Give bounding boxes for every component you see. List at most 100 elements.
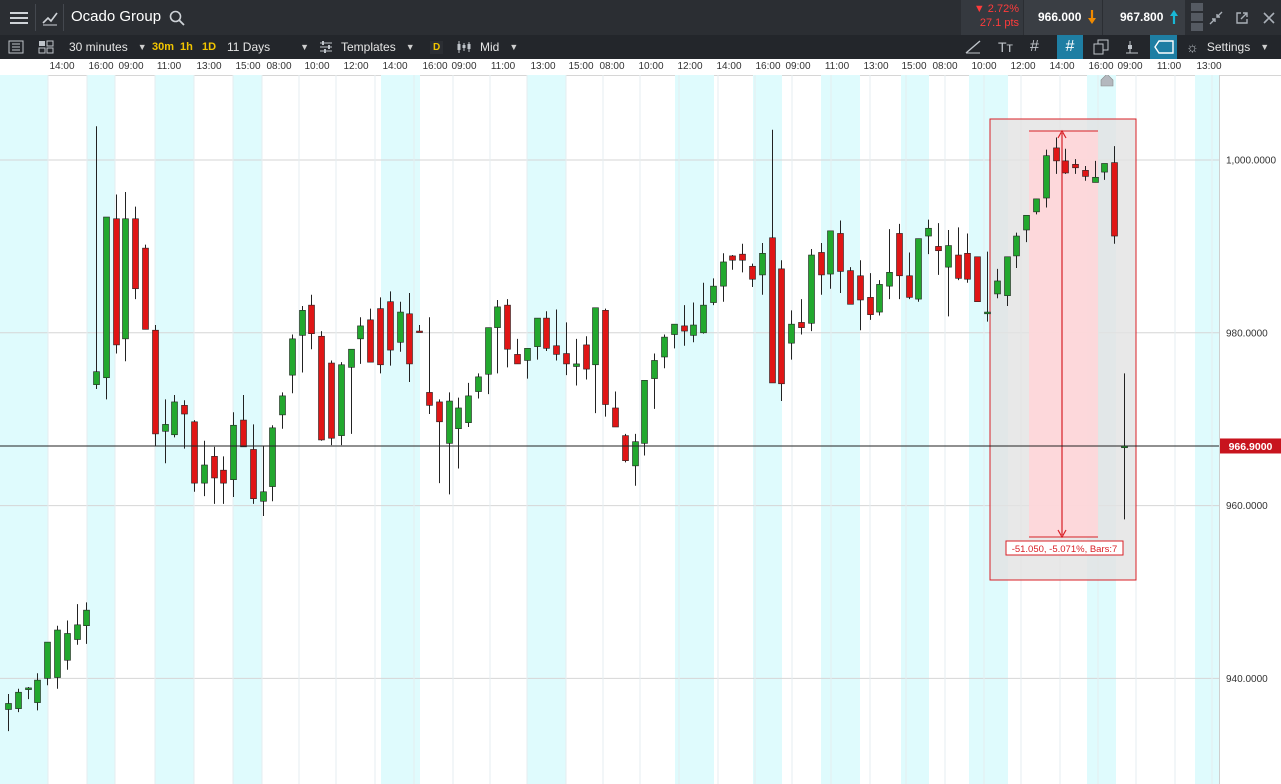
sell-button[interactable]: 966.000 — [1024, 0, 1102, 35]
sell-price: 966.000 — [1038, 10, 1082, 24]
candle-body — [436, 401, 443, 423]
candle-body — [906, 275, 913, 298]
chart-type-button[interactable] — [38, 0, 62, 35]
time-tick-label: 14:00 — [382, 61, 408, 72]
chevron-down-icon: ▼ — [1260, 42, 1270, 52]
candle — [798, 299, 805, 335]
current-price-label: 966.9000 — [1229, 441, 1273, 453]
buy-price: 967.800 — [1120, 10, 1164, 24]
search-icon — [169, 10, 185, 26]
duplicate-button[interactable] — [1093, 35, 1109, 59]
candle-body — [5, 703, 12, 710]
time-tick-label: 14:00 — [716, 61, 742, 72]
interval-dropdown[interactable]: 30 minutes ▼ — [69, 35, 147, 59]
candle-body — [553, 345, 560, 355]
candle — [504, 299, 511, 368]
candle — [279, 392, 286, 429]
candle-body — [504, 304, 511, 350]
time-tick-label: 09:00 — [451, 61, 477, 72]
price-tag-toggle-button[interactable] — [1150, 35, 1177, 59]
candle — [915, 238, 922, 302]
list-panel-icon — [8, 40, 24, 54]
candle-body — [994, 280, 1001, 295]
measurement-range — [1029, 131, 1098, 537]
price-type-dropdown[interactable]: Mid ▼ — [456, 35, 518, 59]
time-tick-label: 12:00 — [677, 61, 703, 72]
candle-body — [338, 364, 345, 436]
candle — [357, 317, 364, 364]
panel-toggle-button[interactable] — [8, 35, 24, 59]
candle — [64, 620, 71, 670]
templates-dropdown[interactable]: Templates ▼ — [319, 35, 415, 59]
candle — [132, 206, 139, 300]
candle — [54, 625, 61, 689]
interval-1h-button[interactable]: 1h — [180, 35, 193, 59]
time-tick-label: 15:00 — [568, 61, 594, 72]
crosshair-toggle-button[interactable]: # — [1057, 35, 1083, 59]
range-dropdown[interactable]: 11 Days ▼ — [227, 35, 309, 59]
candle-body — [44, 641, 51, 679]
candle — [485, 327, 492, 395]
candle-body — [103, 216, 110, 379]
settings-dropdown[interactable]: ☼ Settings ▼ — [1186, 35, 1269, 59]
line-chart-icon — [42, 12, 58, 25]
close-button[interactable] — [1258, 0, 1280, 35]
time-tick-label: 16:00 — [88, 61, 114, 72]
candle — [573, 338, 580, 386]
candle-body — [406, 313, 413, 365]
close-icon — [1263, 11, 1275, 24]
candle-body — [798, 322, 805, 328]
size-bars[interactable] — [1191, 3, 1203, 32]
candle-body — [318, 335, 325, 441]
text-tool-button[interactable]: Tт — [998, 35, 1013, 59]
time-tick-label: 13:00 — [196, 61, 222, 72]
popout-button[interactable] — [1231, 0, 1253, 35]
candle — [74, 604, 81, 645]
session-band — [753, 75, 782, 784]
interval-30m-button[interactable]: 30m — [152, 35, 174, 59]
candle-body — [357, 325, 364, 340]
grid-toggle-button[interactable]: # — [1030, 35, 1039, 59]
price-change: ▼ 2.72% 27.1 pts — [961, 0, 1023, 35]
interval-1d-button[interactable]: 1D — [202, 35, 216, 59]
candle-body — [83, 609, 90, 626]
settings-label: Settings — [1206, 40, 1251, 54]
candle — [377, 297, 384, 374]
candle — [475, 373, 482, 399]
candle — [211, 446, 218, 504]
candle — [367, 308, 374, 363]
d-badge-button[interactable]: D — [430, 35, 444, 59]
chevron-down-icon: ▼ — [300, 42, 310, 52]
price-chart[interactable]: -51.050, -5.071%, Bars:7 1,000.0000 980.0… — [0, 75, 1281, 784]
time-tick-label: 10:00 — [638, 61, 664, 72]
search-button[interactable] — [166, 0, 188, 35]
layout-button[interactable] — [38, 35, 54, 59]
candle-body — [700, 304, 707, 334]
buy-button[interactable]: 967.800 — [1103, 0, 1185, 35]
candle-body — [299, 310, 306, 336]
y-tick-label: 1,000.0000 — [1226, 156, 1276, 167]
hamburger-menu-button[interactable] — [4, 0, 34, 35]
candle-body — [915, 238, 922, 300]
candle-body — [25, 687, 32, 690]
candle-body — [455, 407, 462, 430]
session-band — [233, 75, 262, 784]
candle-body — [260, 491, 267, 502]
candle — [308, 294, 315, 350]
time-tick-label: 11:00 — [156, 61, 182, 72]
candle — [886, 229, 893, 300]
trendline-tool-button[interactable] — [964, 35, 982, 59]
candle — [338, 362, 345, 446]
candle-body — [34, 679, 41, 703]
indicator-button[interactable] — [1124, 35, 1140, 59]
indicator-icon — [1126, 41, 1138, 54]
time-tick-label: 13:00 — [863, 61, 889, 72]
time-tick-label: 11:00 — [1156, 61, 1182, 72]
candle — [494, 299, 501, 374]
collapse-button[interactable] — [1205, 0, 1227, 35]
gear-icon: ☼ — [1186, 39, 1199, 55]
candle — [867, 273, 874, 320]
candle-body — [778, 268, 785, 385]
candle-body — [857, 275, 864, 301]
candles-icon — [457, 41, 471, 53]
